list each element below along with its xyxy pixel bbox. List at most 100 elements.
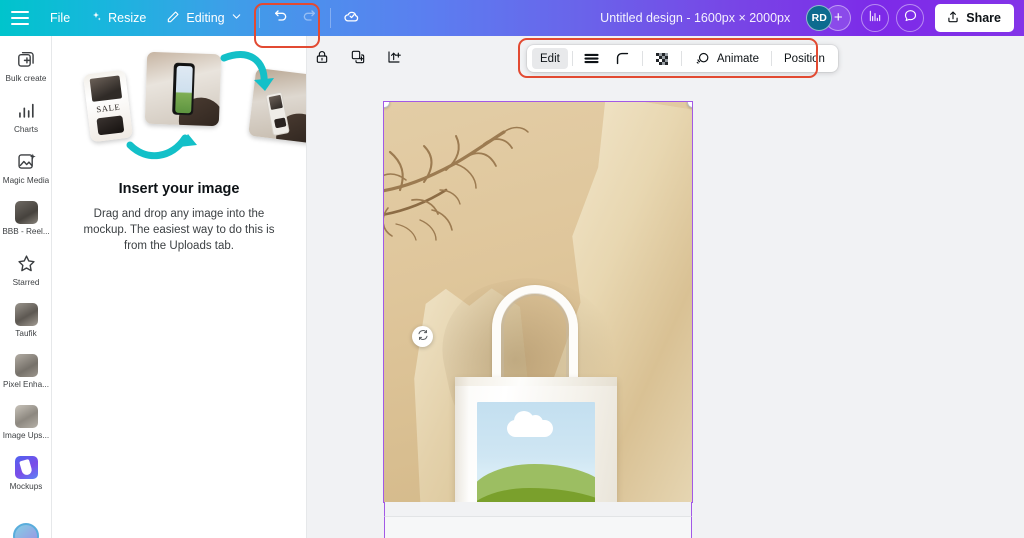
tote-bag-handle-inner bbox=[501, 293, 569, 385]
tote-bag-artwork[interactable] bbox=[477, 402, 595, 502]
illustration-product-photo: SALE bbox=[83, 69, 133, 143]
duplicate-page-icon bbox=[350, 49, 366, 70]
taufik-app-icon bbox=[14, 302, 38, 326]
position-label: Position bbox=[784, 52, 825, 65]
sidebar-label: Image Ups... bbox=[2, 431, 50, 440]
redo-button[interactable] bbox=[295, 4, 323, 32]
animate-layers-icon bbox=[694, 50, 712, 68]
canva-editor-window: File Resize Editing Untitled design - 16… bbox=[0, 0, 1024, 538]
resize-label: Resize bbox=[108, 11, 147, 25]
sidebar-item-bulk-create[interactable]: Bulk create bbox=[0, 44, 51, 95]
lines-button[interactable] bbox=[577, 48, 607, 69]
cloud-saved-icon bbox=[343, 7, 361, 30]
rounded-corner-icon bbox=[614, 50, 632, 68]
illustration-phone-screen bbox=[265, 91, 290, 137]
sidebar-item-starred[interactable]: Starred bbox=[0, 248, 51, 299]
editing-label: Editing bbox=[186, 11, 225, 25]
export-page-icon bbox=[386, 49, 402, 70]
design-page-wrapper[interactable] bbox=[383, 101, 693, 503]
toolbar-divider-4 bbox=[771, 51, 773, 66]
share-label: Share bbox=[966, 11, 1001, 25]
bbb-reel-app-icon bbox=[14, 200, 38, 224]
star-icon bbox=[14, 251, 38, 275]
design-canvas-area[interactable]: + Add page bbox=[307, 36, 1024, 538]
rotate-handle-icon bbox=[417, 328, 429, 346]
share-button[interactable]: Share bbox=[935, 4, 1014, 32]
illustration-phone-holding-photo bbox=[144, 51, 222, 127]
lock-icon bbox=[314, 49, 330, 70]
floating-object-toolbar: Edit Animate Position bbox=[527, 45, 838, 72]
design-page[interactable] bbox=[383, 101, 693, 503]
main-menu-button[interactable] bbox=[1, 5, 39, 31]
toolbar-divider-2 bbox=[641, 51, 643, 66]
undo-arrow-icon bbox=[273, 8, 289, 29]
comment-bubble-icon bbox=[903, 8, 918, 28]
charts-icon bbox=[14, 98, 38, 122]
photo-dried-branch bbox=[384, 126, 529, 241]
sidebar-item-pixel-enhancer[interactable]: Pixel Enha... bbox=[0, 350, 51, 401]
export-page-button[interactable] bbox=[383, 48, 405, 70]
tote-bag-fold bbox=[455, 377, 469, 502]
edit-button[interactable]: Edit bbox=[532, 48, 568, 69]
position-button[interactable]: Position bbox=[776, 48, 833, 69]
tote-bag-top-band bbox=[455, 377, 617, 386]
magic-media-icon bbox=[14, 149, 38, 173]
sidebar-label: Magic Media bbox=[2, 176, 50, 185]
bar-chart-insights-icon bbox=[868, 9, 882, 28]
upload-share-icon bbox=[946, 10, 960, 27]
toolbar-divider-3 bbox=[680, 51, 682, 66]
undo-button[interactable] bbox=[267, 4, 295, 32]
collaborators-group: RD + bbox=[806, 5, 852, 31]
topbar-right-group: Untitled design - 1600px × 2000px RD + S… bbox=[590, 0, 1024, 36]
document-title[interactable]: Untitled design - 1600px × 2000px bbox=[590, 6, 800, 30]
sidebar-item-image-upscaler[interactable]: Image Ups... bbox=[0, 401, 51, 452]
topbar-divider-2 bbox=[329, 8, 331, 28]
file-menu-button[interactable]: File bbox=[41, 5, 79, 31]
illustration-phone-result-photo bbox=[248, 67, 306, 145]
hamburger-menu-icon bbox=[11, 11, 29, 25]
sidebar-item-partial[interactable] bbox=[13, 523, 39, 538]
sidebar-item-mockups[interactable]: Mockups bbox=[0, 452, 51, 503]
mockups-side-panel: SALE Insert your image Drag and drop any… bbox=[52, 36, 307, 538]
tote-bag-mockup-photo bbox=[384, 102, 692, 502]
image-upscaler-app-icon bbox=[14, 404, 38, 428]
mockups-app-icon bbox=[14, 455, 38, 479]
file-menu-label: File bbox=[50, 11, 71, 25]
transparency-button[interactable] bbox=[647, 48, 677, 69]
rotate-handle[interactable] bbox=[412, 326, 433, 347]
left-app-rail[interactable]: Bulk create Charts Magic Media BBB - Ree… bbox=[0, 36, 52, 538]
page-bottom-spacer bbox=[384, 502, 692, 516]
sidebar-label: Charts bbox=[13, 125, 39, 134]
sidebar-label: BBB - Reel... bbox=[2, 227, 50, 236]
sidebar-label: Mockups bbox=[9, 482, 43, 491]
illustration-phone-screen bbox=[172, 62, 195, 116]
cloud-save-status-button[interactable] bbox=[338, 4, 366, 32]
sidebar-item-magic-media[interactable]: Magic Media bbox=[0, 146, 51, 197]
insights-button[interactable] bbox=[861, 4, 890, 32]
edit-label: Edit bbox=[540, 52, 560, 65]
editing-mode-button[interactable]: Editing bbox=[157, 5, 250, 31]
lock-page-button[interactable] bbox=[311, 48, 333, 70]
topbar-left-group: File Resize Editing bbox=[0, 0, 366, 36]
chevron-down-icon bbox=[231, 11, 242, 25]
stacked-lines-icon bbox=[583, 50, 601, 68]
sidebar-label: Bulk create bbox=[5, 74, 47, 83]
add-page-button[interactable]: + Add page bbox=[384, 516, 692, 538]
pencil-icon bbox=[166, 10, 180, 27]
animate-button[interactable]: Animate bbox=[686, 48, 767, 69]
insert-image-illustration: SALE bbox=[52, 50, 306, 165]
comments-button[interactable] bbox=[896, 4, 925, 32]
duplicate-page-button[interactable] bbox=[347, 48, 369, 70]
sidebar-item-bbb-reel[interactable]: BBB - Reel... bbox=[0, 197, 51, 248]
toolbar-divider-1 bbox=[571, 51, 573, 66]
pixel-enhancer-app-icon bbox=[14, 353, 38, 377]
resize-button[interactable]: Resize bbox=[81, 5, 155, 31]
sidebar-item-taufik[interactable]: Taufik bbox=[0, 299, 51, 350]
illustration-sale-text: SALE bbox=[95, 101, 121, 115]
panel-title: Insert your image bbox=[118, 181, 240, 197]
corner-radius-button[interactable] bbox=[608, 48, 638, 69]
top-app-bar: File Resize Editing Untitled design - 16… bbox=[0, 0, 1024, 36]
sidebar-item-charts[interactable]: Charts bbox=[0, 95, 51, 146]
sidebar-label: Pixel Enha... bbox=[3, 380, 49, 389]
tote-bag bbox=[448, 285, 623, 502]
